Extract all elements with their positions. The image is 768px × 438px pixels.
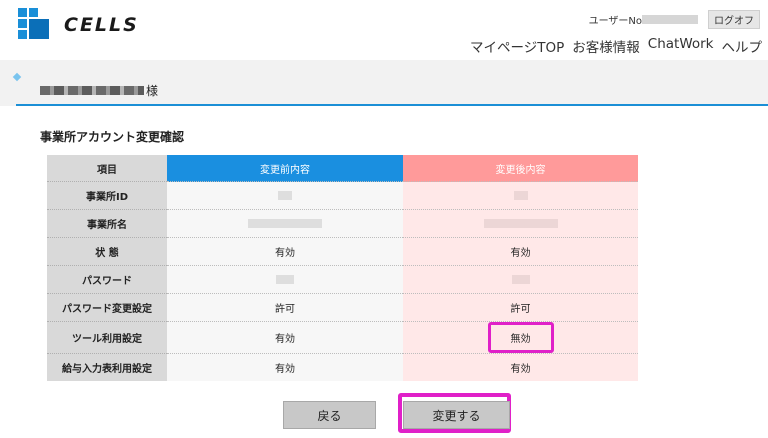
account-name: 様 (40, 82, 158, 99)
divider (16, 104, 768, 106)
table-row: ツール利用設定 有効 無効 (47, 321, 638, 354)
table-row: 状 態 有効 有効 (47, 237, 638, 266)
redacted-value (511, 274, 530, 284)
before-value (167, 265, 403, 294)
table-row: 事業所ID (47, 181, 638, 210)
user-number-redacted (642, 15, 698, 24)
nav-customer-info[interactable]: お客様情報 (572, 36, 640, 56)
before-value (167, 181, 403, 210)
cells-logo[interactable]: CELLS (18, 8, 139, 42)
user-number-label: ユーザーNo (588, 16, 642, 27)
page-title: 事業所アカウント変更確認 (40, 130, 185, 144)
table-header-row: 項目 変更前内容 変更後内容 (47, 155, 638, 182)
brand-name: CELLS (64, 14, 139, 36)
comparison-table: 項目 変更前内容 変更後内容 事業所ID 事業所名 状 態 有効 有効 パスワー… (47, 155, 638, 381)
top-nav: マイページTOP お客様情報 ChatWork ヘルプ (470, 36, 762, 56)
table-row: パスワード (47, 265, 638, 294)
row-label: ツール利用設定 (47, 321, 167, 354)
after-value: 有効 (403, 237, 638, 266)
after-value (403, 181, 638, 210)
row-label: パスワード (47, 265, 167, 294)
before-value (167, 209, 403, 238)
after-value: 許可 (403, 293, 638, 322)
before-value: 有効 (167, 321, 403, 354)
before-value: 有効 (167, 237, 403, 266)
table-row: 事業所名 (47, 209, 638, 238)
row-label: パスワード変更設定 (47, 293, 167, 322)
redacted-value (248, 218, 322, 228)
after-value (403, 209, 638, 238)
table-row: 給与入力表利用設定 有効 有効 (47, 353, 638, 381)
cells-logo-icon (18, 8, 56, 42)
nav-chatwork[interactable]: ChatWork (648, 36, 714, 56)
highlighted-change: 無効 (487, 322, 554, 353)
before-value: 許可 (167, 293, 403, 322)
account-name-redacted (40, 86, 144, 95)
row-label: 事業所名 (47, 209, 167, 238)
column-header-item: 項目 (47, 155, 167, 182)
after-value (403, 265, 638, 294)
back-button[interactable]: 戻る (283, 401, 376, 429)
logout-button[interactable]: ログオフ (708, 10, 760, 29)
after-value: 無効 (403, 321, 638, 354)
honorific: 様 (146, 84, 159, 98)
after-value: 有効 (403, 353, 638, 381)
nav-mypage-top[interactable]: マイページTOP (470, 36, 564, 56)
column-header-before: 変更前内容 (167, 155, 403, 182)
redacted-value (513, 190, 528, 200)
column-header-after: 変更後内容 (403, 155, 638, 182)
before-value: 有効 (167, 353, 403, 381)
row-label: 給与入力表利用設定 (47, 353, 167, 381)
table-row: パスワード変更設定 許可 許可 (47, 293, 638, 322)
row-label: 状 態 (47, 237, 167, 266)
change-button[interactable]: 変更する (403, 401, 510, 429)
user-info: ユーザーNo ログオフ (589, 10, 760, 29)
nav-help[interactable]: ヘルプ (722, 36, 763, 56)
redacted-value (483, 218, 558, 228)
redacted-value (278, 190, 292, 200)
redacted-value (276, 274, 294, 284)
row-label: 事業所ID (47, 181, 167, 210)
